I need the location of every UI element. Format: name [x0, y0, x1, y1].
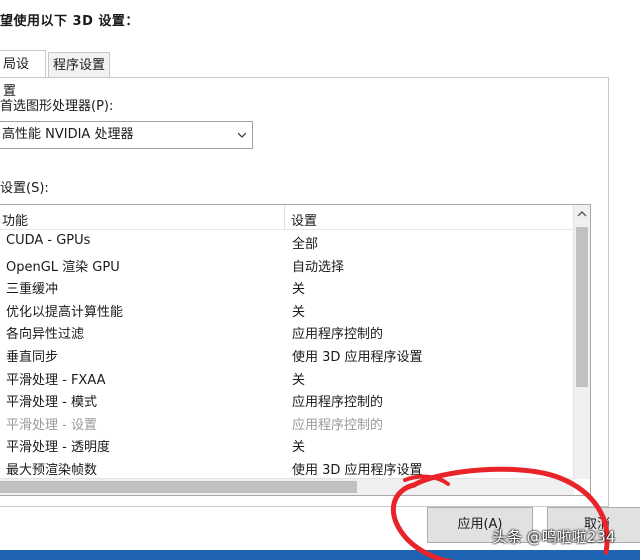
feature-name: OpenGL 渲染 GPU [6, 259, 120, 275]
feature-setting: 应用程序控制的 [292, 395, 384, 411]
table-row-disabled: 平滑处理 - 设置 应用程序控制的 [0, 411, 574, 434]
feature-name: 平滑处理 - FXAA [6, 372, 106, 388]
watermark-text: 头条 @鸣啦啦234 [492, 528, 616, 546]
preferred-gpu-value: 高性能 NVIDIA 处理器 [2, 127, 134, 142]
feature-name: 各向异性过滤 [6, 327, 85, 343]
feature-name: 垂直同步 [6, 349, 59, 365]
tab-global-settings[interactable]: 局设置 [0, 50, 46, 99]
preferred-gpu-select[interactable]: 高性能 NVIDIA 处理器 [0, 121, 253, 149]
table-row[interactable]: 平滑处理 - FXAA 关 [0, 366, 574, 389]
feature-name: 优化以提高计算性能 [6, 304, 124, 320]
column-header-feature[interactable]: 功能 [2, 210, 28, 229]
feature-setting: 关 [292, 304, 306, 320]
tab-program-settings[interactable]: 程序设置 [48, 52, 110, 77]
feature-name: CUDA - GPUs [6, 233, 91, 248]
settings-list: 功能 设置 CUDA - GPUs 全部 OpenGL 渲染 GPU 自动选择 … [0, 204, 591, 496]
taskbar-strip [0, 550, 640, 560]
settings-list-header: 功能 设置 [0, 205, 574, 230]
page-heading: 望使用以下 3D 设置： [0, 14, 139, 29]
feature-setting: 应用程序控制的 [292, 417, 384, 433]
feature-name: 平滑处理 - 模式 [6, 395, 97, 411]
chevron-down-icon [238, 132, 246, 138]
feature-setting: 关 [292, 282, 306, 298]
horizontal-scroll-thumb[interactable] [0, 481, 357, 493]
feature-setting: 关 [292, 372, 306, 388]
settings-rows: CUDA - GPUs 全部 OpenGL 渲染 GPU 自动选择 三重缓冲 关… [0, 230, 574, 479]
table-row[interactable]: 三重缓冲 关 [0, 275, 574, 298]
column-header-setting[interactable]: 设置 [291, 210, 317, 229]
feature-setting: 使用 3D 应用程序设置 [292, 349, 423, 365]
vertical-scrollbar[interactable] [573, 205, 590, 479]
scroll-up-arrow-icon[interactable] [577, 209, 587, 219]
feature-setting: 自动选择 [292, 259, 345, 275]
table-row[interactable]: CUDA - GPUs 全部 [0, 230, 574, 253]
feature-setting: 全部 [292, 237, 319, 252]
preferred-gpu-label: 首选图形处理器(P): [0, 99, 114, 114]
settings-label: 设置(S): [0, 181, 49, 196]
horizontal-scrollbar[interactable] [0, 478, 574, 495]
feature-setting: 关 [292, 440, 306, 456]
feature-name: 最大预渲染帧数 [6, 462, 98, 478]
feature-setting: 应用程序控制的 [292, 327, 384, 343]
nvidia-3d-settings-window: 望使用以下 3D 设置： 局设置 程序设置 首选图形处理器(P): 高性能 NV… [0, 0, 640, 560]
table-row[interactable]: OpenGL 渲染 GPU 自动选择 [0, 253, 574, 276]
table-row[interactable]: 优化以提高计算性能 关 [0, 298, 574, 321]
feature-setting: 使用 3D 应用程序设置 [292, 462, 423, 478]
table-row[interactable]: 平滑处理 - 透明度 关 [0, 433, 574, 456]
feature-name: 平滑处理 - 设置 [6, 417, 97, 433]
table-row[interactable]: 各向异性过滤 应用程序控制的 [0, 320, 574, 343]
feature-name: 三重缓冲 [6, 282, 59, 298]
feature-name: 平滑处理 - 透明度 [6, 440, 110, 456]
table-row[interactable]: 平滑处理 - 模式 应用程序控制的 [0, 388, 574, 411]
vertical-scroll-thumb[interactable] [576, 227, 588, 387]
table-row[interactable]: 垂直同步 使用 3D 应用程序设置 [0, 343, 574, 366]
table-row[interactable]: 最大预渲染帧数 使用 3D 应用程序设置 [0, 456, 574, 479]
column-divider[interactable] [284, 205, 285, 230]
